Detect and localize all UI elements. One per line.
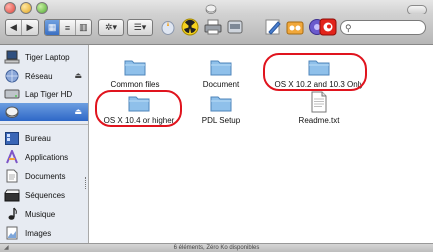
sidebar-item-sequences[interactable]: Séquences — [0, 186, 88, 204]
sidebar-item-label: Séquences — [25, 190, 66, 200]
sidebar-item-musique[interactable]: Musique — [0, 205, 88, 223]
sidebar-item-lap-tiger-hd[interactable]: Lap Tiger HD — [0, 85, 88, 103]
list-view-button[interactable]: ≡ — [60, 20, 76, 35]
hard-drive-icon — [4, 87, 20, 101]
search-field[interactable]: ⚲ — [340, 20, 426, 35]
sidebar-item-label: Lap Tiger HD — [25, 89, 73, 99]
file-label: Readme.txt — [298, 116, 340, 125]
sidebar-item-label: Bureau — [25, 133, 51, 143]
folder-icon — [210, 96, 232, 112]
status-text: 6 éléments, Zéro Ko disponibles — [173, 245, 260, 251]
sidebar-item-label: Musique — [25, 209, 56, 219]
file-browser-area: Common files Document OS X 10.2 and 10.3… — [89, 45, 433, 243]
laptop-icon — [4, 50, 20, 64]
text-document-icon — [311, 91, 327, 113]
file-item-document[interactable]: Document — [186, 57, 256, 89]
file-label: PDL Setup — [201, 116, 241, 125]
folder-icon — [210, 60, 232, 76]
applications-icon — [4, 150, 20, 164]
sidebar-item-disk-image[interactable]: ⏏ — [0, 103, 88, 121]
forward-button[interactable]: ▶ — [22, 20, 38, 35]
back-forward-buttons: ◀ ▶ — [5, 19, 39, 36]
sidebar-item-label: Documents — [25, 171, 66, 181]
highlight-circle-os-x-10-4 — [95, 90, 182, 127]
printer-icon[interactable] — [203, 17, 223, 37]
zoom-window-button[interactable] — [36, 2, 48, 14]
close-window-button[interactable] — [4, 2, 16, 14]
textedit-icon[interactable] — [263, 17, 283, 37]
file-item-pdl-setup[interactable]: PDL Setup — [186, 93, 256, 125]
sidebar-item-applications[interactable]: Applications — [0, 148, 88, 166]
file-item-readme-txt[interactable]: Readme.txt — [279, 91, 359, 125]
burn-icon[interactable] — [158, 17, 178, 37]
pictures-icon — [4, 226, 20, 240]
window-controls — [4, 2, 48, 14]
search-icon: ⚲ — [345, 23, 352, 33]
view-mode-buttons: ▦ ≡ ▥ — [44, 19, 92, 36]
highlight-circle-os-x-10-2 — [263, 53, 367, 91]
photos-folder-icon[interactable] — [285, 17, 305, 37]
icon-view-button[interactable]: ▦ — [45, 20, 61, 35]
documents-icon — [4, 169, 20, 183]
file-label: Common files — [110, 80, 160, 89]
sidebar-item-bureau[interactable]: Bureau — [0, 129, 88, 147]
desktop-icon — [4, 131, 20, 145]
eject-icon[interactable]: ⏏ — [74, 71, 82, 80]
sidebar-item-label: Images — [25, 228, 52, 238]
back-button[interactable]: ◀ — [6, 20, 22, 35]
disk-utility-icon[interactable] — [225, 17, 245, 37]
sidebar-item-label: Tiger Laptop — [25, 52, 70, 62]
sidebar-divider — [0, 124, 88, 125]
sidebar-item-label: Applications — [25, 152, 69, 162]
sidebar-item-tiger-laptop[interactable]: Tiger Laptop — [0, 48, 88, 66]
action-menu-button[interactable]: ✲▾ — [98, 19, 124, 36]
toolbar: ◀ ▶ ▦ ≡ ▥ ✲▾ ☰▾ ⚲ — [0, 14, 433, 45]
vodafone-icon[interactable] — [318, 17, 338, 37]
file-label: Document — [202, 80, 240, 89]
file-item-common-files[interactable]: Common files — [97, 57, 173, 89]
movies-icon — [4, 188, 20, 202]
sidebar-item-documents[interactable]: Documents — [0, 167, 88, 185]
column-view-button[interactable]: ▥ — [76, 20, 91, 35]
network-globe-icon — [4, 69, 20, 83]
search-input[interactable] — [355, 22, 421, 33]
eject-icon[interactable]: ⏏ — [74, 107, 82, 116]
sidebar-item-images[interactable]: Images — [0, 224, 88, 242]
disk-image-icon — [4, 105, 20, 119]
arrange-menu-button[interactable]: ☰▾ — [127, 19, 153, 36]
sidebar-item-label: Réseau — [25, 71, 53, 81]
sidebar: Tiger Laptop Réseau ⏏ Lap Tiger HD ⏏ Bur… — [0, 45, 89, 243]
radioactive-icon[interactable] — [180, 17, 200, 37]
folder-icon — [124, 60, 146, 76]
minimize-window-button[interactable] — [20, 2, 32, 14]
sidebar-item-reseau[interactable]: Réseau ⏏ — [0, 67, 88, 85]
music-icon — [4, 207, 20, 221]
finder-window: ◀ ▶ ▦ ≡ ▥ ✲▾ ☰▾ ⚲ Tiger Laptop Réseau ⏏ … — [0, 0, 433, 252]
